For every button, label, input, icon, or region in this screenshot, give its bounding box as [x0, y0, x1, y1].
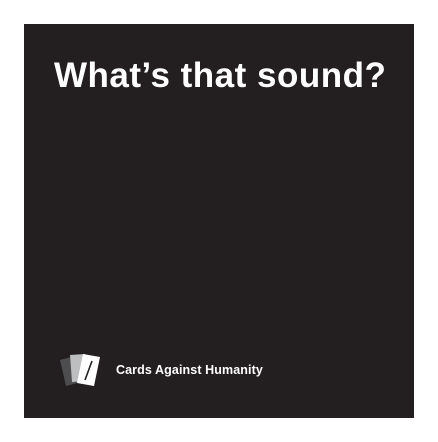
stacked-cards-logo-icon — [60, 354, 100, 386]
brand-footer: Cards Against Humanity — [54, 348, 263, 388]
black-card: What’s that sound? Cards Against Humanit… — [24, 24, 414, 418]
brand-name: Cards Against Humanity — [116, 363, 263, 377]
card-prompt-text: What’s that sound? — [54, 56, 387, 95]
